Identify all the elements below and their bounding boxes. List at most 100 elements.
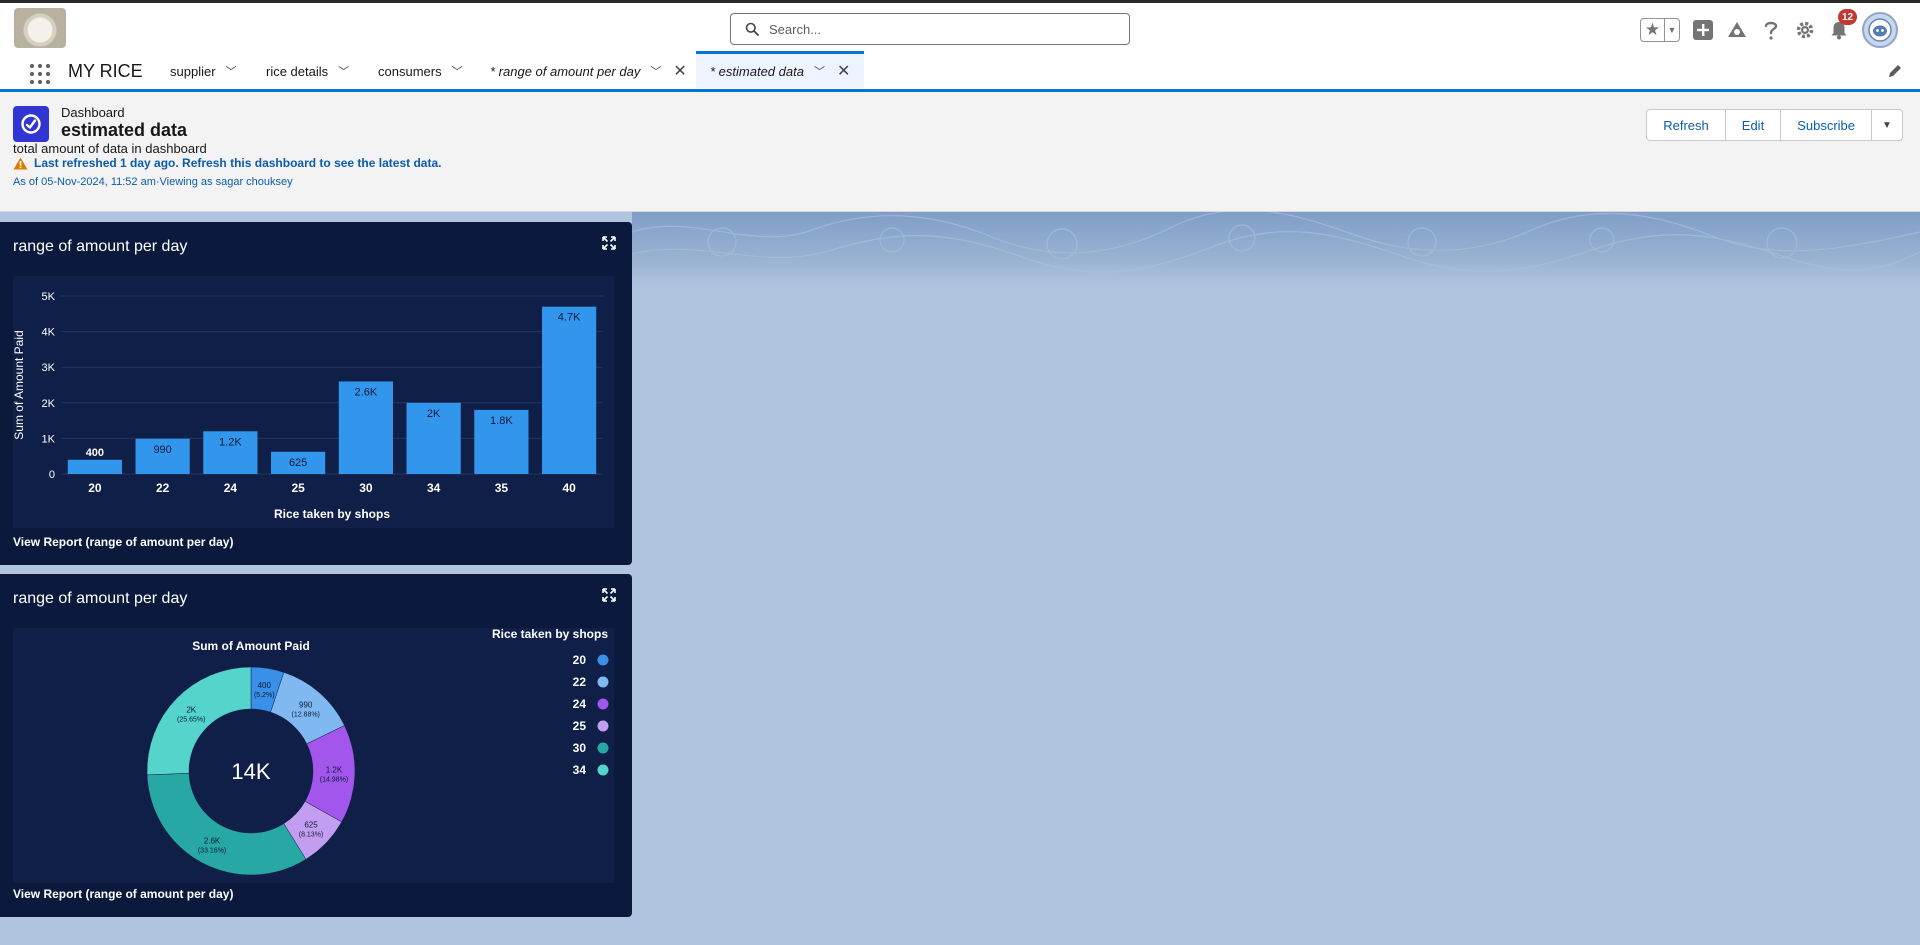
slice-value-label: 990 bbox=[299, 701, 313, 710]
nav-item-label: supplier bbox=[170, 63, 216, 79]
slice-percent-label: (5.2%) bbox=[254, 692, 275, 699]
dashboard-actions: Refresh Edit Subscribe ▼ bbox=[1646, 109, 1903, 141]
trailhead-icon bbox=[1728, 22, 1746, 37]
donut-chart-area: Sum of Amount Paid 400 (5.2%) 990 (12.88%) 1.… bbox=[13, 627, 614, 883]
chevron-down-icon[interactable]: ﹀ bbox=[226, 63, 237, 79]
app-name: MY RICE bbox=[68, 61, 143, 81]
notifications-button[interactable]: 12 bbox=[1828, 9, 1858, 41]
trailhead-button[interactable] bbox=[1726, 19, 1748, 41]
chevron-down-icon[interactable]: ▼ bbox=[1665, 19, 1679, 41]
global-search-box[interactable] bbox=[730, 13, 1130, 45]
refresh-button[interactable]: Refresh bbox=[1646, 109, 1726, 141]
nav-item-rice-details[interactable]: rice details ﹀ bbox=[266, 52, 349, 90]
slice-value-label: 625 bbox=[304, 820, 318, 829]
slice-percent-label: (33.16%) bbox=[198, 847, 226, 854]
chevron-down-icon[interactable]: ﹀ bbox=[650, 63, 661, 79]
y-tick-label: 2K bbox=[42, 398, 56, 410]
slice-value-label: 2.6K bbox=[204, 836, 221, 845]
search-input[interactable] bbox=[769, 21, 1109, 37]
expand-icon[interactable] bbox=[602, 588, 616, 602]
add-icon bbox=[1693, 20, 1713, 40]
nav-item-label: rice details bbox=[266, 63, 329, 79]
donut-chart-widget: range of amount per day Sum of Amount Pa… bbox=[0, 574, 632, 917]
setup-button[interactable] bbox=[1794, 19, 1816, 41]
widget-title: range of amount per day bbox=[13, 590, 188, 607]
legend-label: 20 bbox=[573, 653, 587, 667]
user-avatar[interactable] bbox=[1862, 12, 1898, 48]
close-tab-icon[interactable]: ✕ bbox=[837, 61, 850, 81]
tab-range-of-amount-per-day[interactable]: * range of amount per day ﹀ ✕ bbox=[490, 52, 687, 90]
refresh-warning: Last refreshed 1 day ago. Refresh this d… bbox=[13, 156, 441, 170]
nav-item-supplier[interactable]: supplier ﹀ bbox=[170, 52, 237, 90]
y-tick-label: 1K bbox=[42, 433, 56, 445]
as-of-timestamp: As of 05-Nov-2024, 11:52 am·Viewing as s… bbox=[13, 176, 293, 188]
legend-swatch bbox=[597, 654, 609, 666]
slice-percent-label: (8.13%) bbox=[299, 831, 324, 838]
warning-icon bbox=[13, 157, 28, 169]
x-tick-label: 24 bbox=[224, 481, 238, 495]
x-tick-label: 34 bbox=[427, 481, 441, 495]
star-icon[interactable]: ★ bbox=[1641, 19, 1665, 41]
slice-percent-label: (25.65%) bbox=[177, 716, 205, 723]
slice-value-label: 2K bbox=[186, 705, 196, 714]
legend-label: 25 bbox=[573, 719, 587, 733]
chart-title: Sum of Amount Paid bbox=[192, 639, 310, 653]
expand-icon[interactable] bbox=[602, 236, 616, 250]
x-axis-label: Rice taken by shops bbox=[274, 507, 390, 521]
legend-label: 34 bbox=[573, 763, 587, 777]
data-label: 625 bbox=[289, 457, 307, 469]
global-header: ★ ▼ bbox=[0, 0, 1920, 52]
help-button[interactable] bbox=[1760, 19, 1782, 41]
global-actions-button[interactable] bbox=[1692, 19, 1714, 41]
page-title: estimated data bbox=[61, 120, 188, 140]
widget-title: range of amount per day bbox=[13, 238, 188, 255]
x-tick-label: 22 bbox=[156, 481, 170, 495]
close-tab-icon[interactable]: ✕ bbox=[673, 61, 686, 81]
search-icon bbox=[745, 22, 759, 36]
legend-swatch bbox=[597, 720, 609, 732]
y-tick-label: 3K bbox=[42, 362, 56, 374]
legend-title: Rice taken by shops bbox=[492, 628, 608, 641]
view-report-link[interactable]: View Report (range of amount per day) bbox=[13, 887, 233, 901]
donut-center-total: 14K bbox=[231, 759, 270, 784]
legend-swatch bbox=[597, 676, 609, 688]
dashboard-type-label: Dashboard bbox=[61, 105, 125, 120]
tab-label: * estimated data bbox=[710, 63, 804, 79]
chevron-down-icon: ▼ bbox=[1882, 119, 1892, 131]
legend-label: 24 bbox=[573, 697, 587, 711]
data-label: 4.7K bbox=[558, 312, 581, 324]
bar-chart-area: 0 1K 2K 3K 4K 5K 400 20 990 22 1.2K 24 625 25 2.6K 30 2K… bbox=[12, 276, 614, 528]
y-tick-label: 0 bbox=[49, 469, 55, 481]
x-tick-label: 30 bbox=[359, 481, 373, 495]
refresh-warning-text: Last refreshed 1 day ago. Refresh this d… bbox=[34, 156, 442, 170]
y-tick-label: 4K bbox=[42, 327, 56, 339]
subscribe-button[interactable]: Subscribe bbox=[1780, 109, 1872, 141]
bar-chart-widget: range of amount per day 0 1K 2K 3K 4K 5K 400 20… bbox=[0, 222, 632, 565]
legend-label: 22 bbox=[573, 675, 587, 689]
tab-estimated-data[interactable]: * estimated data ﹀ ✕ bbox=[696, 51, 865, 88]
help-icon bbox=[1764, 21, 1778, 40]
more-actions-button[interactable]: ▼ bbox=[1871, 109, 1903, 141]
app-launcher-icon[interactable] bbox=[30, 64, 50, 84]
slice-percent-label: (12.88%) bbox=[291, 712, 319, 719]
data-label: 2.6K bbox=[355, 386, 378, 398]
donut-chart: Sum of Amount Paid 400 (5.2%) 990 (12.88%) 1.… bbox=[146, 627, 609, 876]
org-logo[interactable] bbox=[14, 8, 66, 48]
favorites-button[interactable]: ★ ▼ bbox=[1640, 18, 1680, 42]
chevron-down-icon[interactable]: ﹀ bbox=[338, 63, 349, 79]
legend-swatch bbox=[597, 764, 609, 776]
chevron-down-icon[interactable]: ﹀ bbox=[452, 63, 463, 79]
nav-item-label: consumers bbox=[378, 63, 442, 79]
y-axis-label: Sum of Amount Paid bbox=[13, 330, 26, 439]
edit-nav-icon[interactable] bbox=[1886, 62, 1904, 80]
x-tick-label: 40 bbox=[562, 481, 576, 495]
legend-swatch bbox=[597, 698, 609, 710]
nav-item-consumers[interactable]: consumers ﹀ bbox=[378, 52, 463, 90]
edit-button[interactable]: Edit bbox=[1724, 109, 1782, 141]
view-report-link[interactable]: View Report (range of amount per day) bbox=[13, 535, 233, 549]
data-label: 1.2K bbox=[219, 436, 242, 448]
data-label: 2K bbox=[427, 408, 441, 420]
chevron-down-icon[interactable]: ﹀ bbox=[814, 63, 825, 79]
data-label: 400 bbox=[86, 447, 104, 459]
bar-chart: 0 1K 2K 3K 4K 5K 400 20 990 22 1.2K 24 625 25 2.6K 30 2K… bbox=[12, 291, 603, 521]
